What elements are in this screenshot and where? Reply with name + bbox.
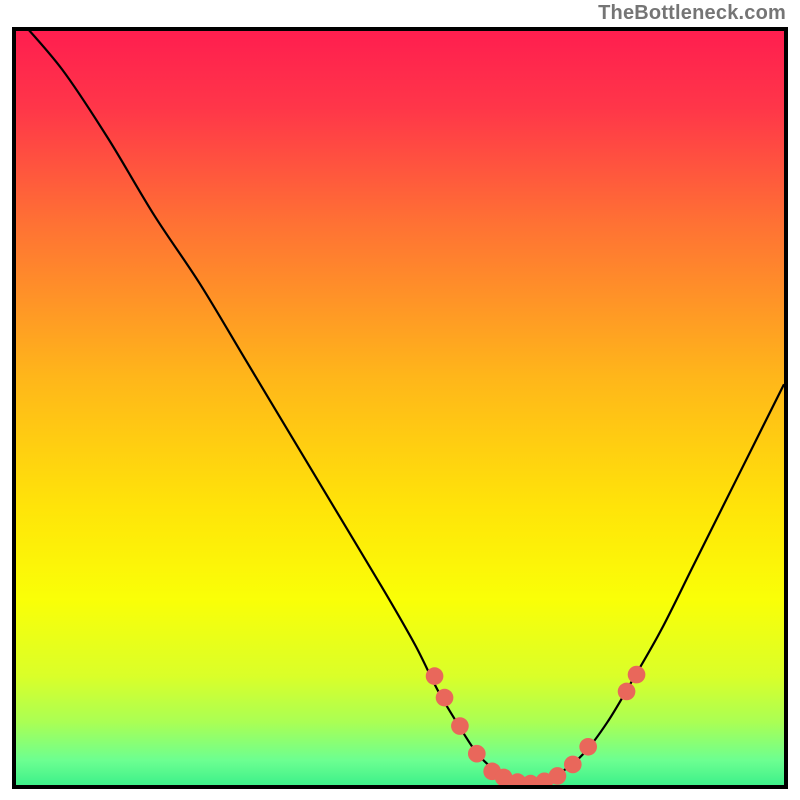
highlight-dot: [436, 689, 454, 707]
highlight-dot: [549, 767, 567, 785]
bottleneck-curve: [16, 31, 784, 784]
highlight-dot: [628, 666, 646, 684]
highlight-dot: [564, 756, 582, 774]
highlight-dot: [451, 717, 469, 735]
chart-container: TheBottleneck.com: [0, 0, 800, 800]
plot-area: [16, 31, 784, 785]
highlight-dot: [579, 738, 597, 756]
curve-layer: [16, 31, 784, 785]
highlight-dot: [468, 745, 486, 763]
plot-frame: [12, 27, 788, 789]
attribution-label: TheBottleneck.com: [598, 2, 786, 25]
highlight-dot: [618, 683, 636, 701]
highlight-markers: [426, 666, 646, 785]
highlight-dot: [426, 667, 444, 685]
